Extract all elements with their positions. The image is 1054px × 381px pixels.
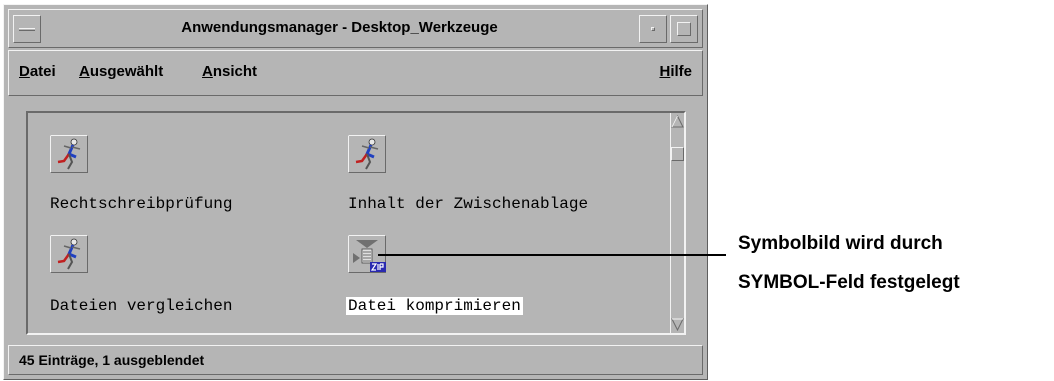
menu-datei-label: atei — [29, 63, 56, 80]
status-bar: 45 Einträge, 1 ausgeblendet — [8, 345, 703, 375]
menu-hilfe-mnemonic: H — [659, 63, 671, 80]
scroll-down-arrow-icon[interactable] — [671, 317, 684, 331]
callout-text-line2: SYMBOL-Feld festgelegt — [738, 272, 960, 293]
runner-icon — [348, 135, 386, 173]
app-item-datei-komprimieren[interactable]: Datei komprimieren — [346, 235, 636, 315]
runner-icon — [50, 135, 88, 173]
application-manager-window: Anwendungsmanager - Desktop_Werkzeuge Da… — [3, 4, 708, 380]
menu-bar: Datei Ausgewählt Ansicht Hilfe — [8, 50, 703, 96]
app-item-label: Inhalt der Zwischenablage — [348, 195, 589, 213]
app-item-inhalt-zwischenablage[interactable]: Inhalt der Zwischenablage — [348, 135, 638, 215]
menu-hilfe[interactable]: Hilfe — [659, 63, 692, 80]
app-item-label: Datei komprimieren — [346, 297, 523, 315]
scroll-up-arrow-icon[interactable] — [671, 115, 684, 129]
menu-hilfe-label: ilfe — [670, 63, 692, 80]
runner-icon — [50, 235, 88, 273]
app-item-rechtschreibpruefung[interactable]: Rechtschreibprüfung — [50, 135, 290, 215]
app-item-label: Rechtschreibprüfung — [50, 195, 233, 213]
vertical-scrollbar[interactable] — [670, 113, 684, 333]
window-title: Anwendungsmanager - Desktop_Werkzeuge — [181, 19, 498, 36]
minimize-icon — [651, 27, 655, 31]
application-icon-view: Rechtschreibprüfung Inhalt der Zwischena… — [26, 111, 686, 335]
app-item-dateien-vergleichen[interactable]: Dateien vergleichen — [50, 235, 290, 315]
menu-ansicht-label: nsicht — [212, 63, 258, 80]
menu-ausgewaehlt-mnemonic: A — [79, 63, 90, 80]
title-bar[interactable]: Anwendungsmanager - Desktop_Werkzeuge — [8, 9, 703, 48]
minimize-button[interactable] — [639, 15, 667, 43]
menu-ausgewaehlt[interactable]: Ausgewählt — [79, 63, 163, 80]
menu-datei-mnemonic: D — [19, 63, 30, 80]
menu-ansicht-mnemonic: A — [202, 63, 213, 80]
window-menu-icon — [19, 28, 35, 31]
callout-text-line1: Symbolbild wird durch — [738, 233, 943, 254]
menu-ausgewaehlt-label: usgewählt — [89, 63, 164, 80]
menu-ansicht[interactable]: Ansicht — [202, 63, 257, 80]
window-menu-button[interactable] — [13, 15, 41, 43]
menu-datei[interactable]: Datei — [19, 63, 56, 80]
callout-pointer-line — [378, 254, 726, 256]
maximize-icon — [677, 22, 691, 36]
maximize-button[interactable] — [670, 15, 698, 43]
scroll-thumb[interactable] — [671, 147, 684, 161]
app-item-label: Dateien vergleichen — [50, 297, 233, 315]
status-text: 45 Einträge, 1 ausgeblendet — [19, 352, 205, 368]
